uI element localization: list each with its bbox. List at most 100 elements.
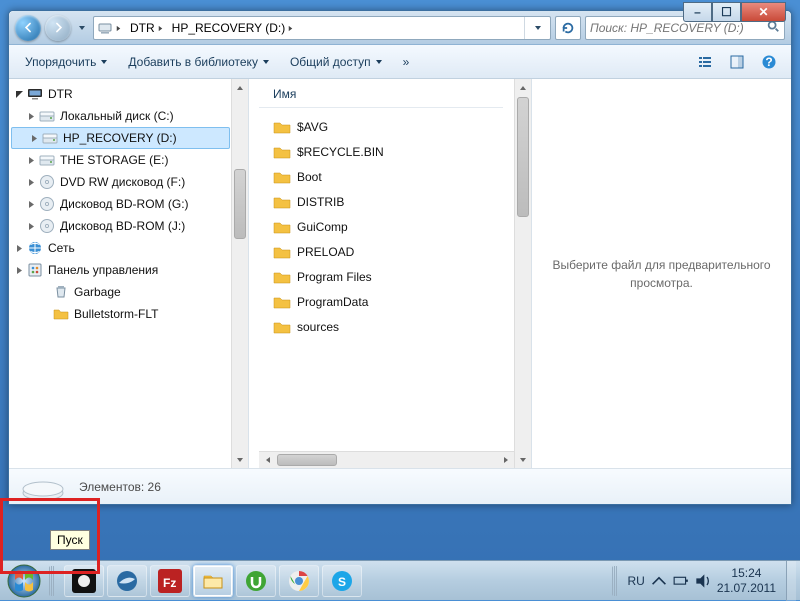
preview-pane-button[interactable] <box>723 50 751 74</box>
volume-icon[interactable] <box>695 573 711 589</box>
expand-icon[interactable] <box>25 176 37 188</box>
hdd-icon <box>39 108 55 124</box>
file-name: Program Files <box>297 270 372 284</box>
nav-history-dropdown[interactable] <box>75 17 89 39</box>
system-tray[interactable]: RU 15:24 21.07.2011 <box>609 561 796 601</box>
titlebar[interactable]: DTR HP_RECOVERY (D:) <box>9 11 791 45</box>
tree-item[interactable]: HP_RECOVERY (D:) <box>11 127 230 149</box>
column-header-name[interactable]: Имя <box>259 85 503 108</box>
scroll-down-icon[interactable] <box>232 451 248 468</box>
file-list-pane[interactable]: Имя $AVG$RECYCLE.BINBoot DISTRIB GuiCompPR… <box>249 79 531 468</box>
start-button[interactable] <box>4 561 44 601</box>
language-indicator[interactable]: RU <box>627 574 644 588</box>
tree-network-label: Сеть <box>45 241 75 255</box>
optical-drive-icon <box>39 174 55 190</box>
optical-drive-icon <box>39 218 55 234</box>
file-item[interactable]: Program Files <box>259 264 531 289</box>
taskbar[interactable]: Fz S RU 15:24 21.07.2011 <box>0 560 800 600</box>
folder-icon <box>273 118 291 136</box>
overflow-label: » <box>403 55 410 69</box>
expand-icon[interactable] <box>28 132 40 144</box>
search-input[interactable] <box>590 21 762 35</box>
tree-item-label: Дисковод BD-ROM (G:) <box>57 197 189 211</box>
window-close-button[interactable]: ✕ <box>741 2 786 22</box>
start-tooltip: Пуск <box>50 530 90 550</box>
taskbar-thunderbird[interactable] <box>107 565 147 597</box>
file-item[interactable]: DISTRIB <box>259 189 531 214</box>
file-name: sources <box>297 320 339 334</box>
add-to-library-menu[interactable]: Добавить в библиотеку <box>120 51 278 73</box>
taskbar-explorer[interactable] <box>193 565 233 597</box>
breadcrumb-computer[interactable] <box>94 17 127 39</box>
expand-icon[interactable] <box>13 242 25 254</box>
window-minimize-button[interactable]: – <box>683 2 712 22</box>
chevron-down-icon <box>100 55 108 69</box>
scroll-thumb[interactable] <box>517 97 529 217</box>
tree-item[interactable]: Garbage <box>9 281 248 303</box>
folder-icon <box>273 293 291 311</box>
help-button[interactable]: ? <box>755 50 783 74</box>
file-item[interactable]: $RECYCLE.BIN <box>259 139 531 164</box>
file-item[interactable]: $AVG <box>259 114 531 139</box>
file-name: ProgramData <box>297 295 368 309</box>
nav-forward-button[interactable] <box>45 15 71 41</box>
scroll-up-icon[interactable] <box>515 79 531 96</box>
scroll-up-icon[interactable] <box>232 79 248 96</box>
file-item[interactable]: Boot <box>259 164 531 189</box>
scroll-right-icon[interactable] <box>497 452 514 468</box>
clock[interactable]: 15:24 21.07.2011 <box>717 566 776 595</box>
tree-item[interactable]: Дисковод BD-ROM (J:) <box>9 215 248 237</box>
navigation-tree[interactable]: DTR Локальный диск (C:)HP_RECOVERY (D:)T… <box>9 79 249 468</box>
taskbar-skype[interactable]: S <box>322 565 362 597</box>
window-maximize-button[interactable]: ☐ <box>712 2 741 22</box>
expand-icon[interactable] <box>25 110 37 122</box>
scroll-thumb[interactable] <box>277 454 337 466</box>
battery-icon[interactable] <box>673 573 689 589</box>
scroll-left-icon[interactable] <box>259 452 276 468</box>
expand-icon[interactable] <box>25 198 37 210</box>
show-desktop-button[interactable] <box>786 561 796 601</box>
recycle-bin-icon <box>53 284 69 300</box>
drive-icon <box>19 471 67 503</box>
file-item[interactable]: PRELOAD <box>259 239 531 264</box>
view-options-button[interactable] <box>691 50 719 74</box>
details-pane: Элементов: 26 <box>9 468 791 504</box>
expand-icon[interactable] <box>13 88 25 100</box>
file-item[interactable]: sources <box>259 314 531 339</box>
expand-icon[interactable] <box>13 264 25 276</box>
taskbar-app-1[interactable] <box>64 565 104 597</box>
tree-item[interactable]: DVD RW дисковод (F:) <box>9 171 248 193</box>
expand-icon[interactable] <box>25 220 37 232</box>
refresh-button[interactable] <box>555 16 581 40</box>
tree-item[interactable]: Локальный диск (C:) <box>9 105 248 127</box>
expand-icon[interactable] <box>25 154 37 166</box>
taskbar-chrome[interactable] <box>279 565 319 597</box>
tree-item[interactable]: Дисковод BD-ROM (G:) <box>9 193 248 215</box>
organize-menu[interactable]: Упорядочить <box>17 51 116 73</box>
explorer-window: DTR HP_RECOVERY (D:) Упорядочить <box>8 10 792 505</box>
share-menu[interactable]: Общий доступ <box>282 51 391 73</box>
taskbar-utorrent[interactable] <box>236 565 276 597</box>
nav-back-button[interactable] <box>15 15 41 41</box>
address-bar[interactable]: DTR HP_RECOVERY (D:) <box>93 16 551 40</box>
file-item[interactable]: ProgramData <box>259 289 531 314</box>
tree-item[interactable]: Bulletstorm-FLT <box>9 303 248 325</box>
taskbar-filezilla[interactable]: Fz <box>150 565 190 597</box>
tree-item-label: Локальный диск (C:) <box>57 109 174 123</box>
breadcrumb-dtr[interactable]: DTR <box>127 17 169 39</box>
address-dropdown[interactable] <box>524 17 550 39</box>
folder-icon <box>273 243 291 261</box>
file-hscrollbar[interactable] <box>259 451 514 468</box>
toolbar-overflow[interactable]: » <box>395 51 418 73</box>
hdd-icon <box>39 152 55 168</box>
tray-up-icon[interactable] <box>651 573 667 589</box>
tree-item[interactable]: THE STORAGE (E:) <box>9 149 248 171</box>
file-name: DISTRIB <box>297 195 344 209</box>
scroll-down-icon[interactable] <box>515 451 531 468</box>
file-vscrollbar[interactable] <box>514 79 531 468</box>
scroll-thumb[interactable] <box>234 169 246 239</box>
tree-scrollbar[interactable] <box>231 79 248 468</box>
preview-hint: Выберите файл для предварительного просм… <box>550 256 773 292</box>
file-item[interactable]: GuiComp <box>259 214 531 239</box>
breadcrumb-hp-recovery[interactable]: HP_RECOVERY (D:) <box>169 17 300 39</box>
